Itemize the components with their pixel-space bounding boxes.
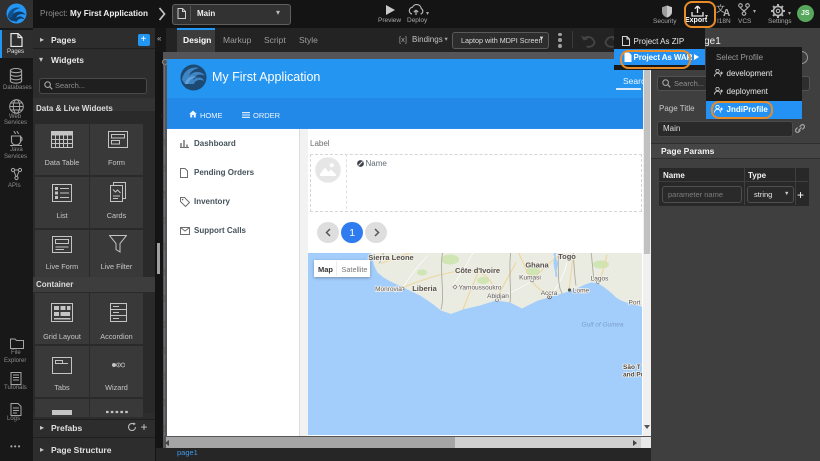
svg-text:A: A [723,8,730,17]
svg-text:and Pr: and Pr [623,371,642,378]
svg-text:Liberia: Liberia [412,284,437,293]
svg-text:Côte d'Ivoire: Côte d'Ivoire [454,266,499,275]
svg-text:Ghana: Ghana [525,260,549,269]
svg-text:Abidjan: Abidjan [487,293,509,300]
svg-text:Sierra Leone: Sierra Leone [368,253,413,262]
svg-text:Yamoussoukro: Yamoussoukro [458,284,501,291]
svg-text:Lagos: Lagos [590,275,608,282]
svg-text:Togo: Togo [558,253,576,261]
svg-text:Kumasi: Kumasi [519,274,541,281]
svg-text:São T: São T [623,364,641,371]
svg-text:Monrovia: Monrovia [375,286,402,293]
svg-text:Gulf of Guinea: Gulf of Guinea [581,321,623,328]
svg-text:Accra: Accra [540,290,557,297]
svg-text:Port: Port [628,299,640,306]
svg-text:Lome: Lome [572,287,589,294]
